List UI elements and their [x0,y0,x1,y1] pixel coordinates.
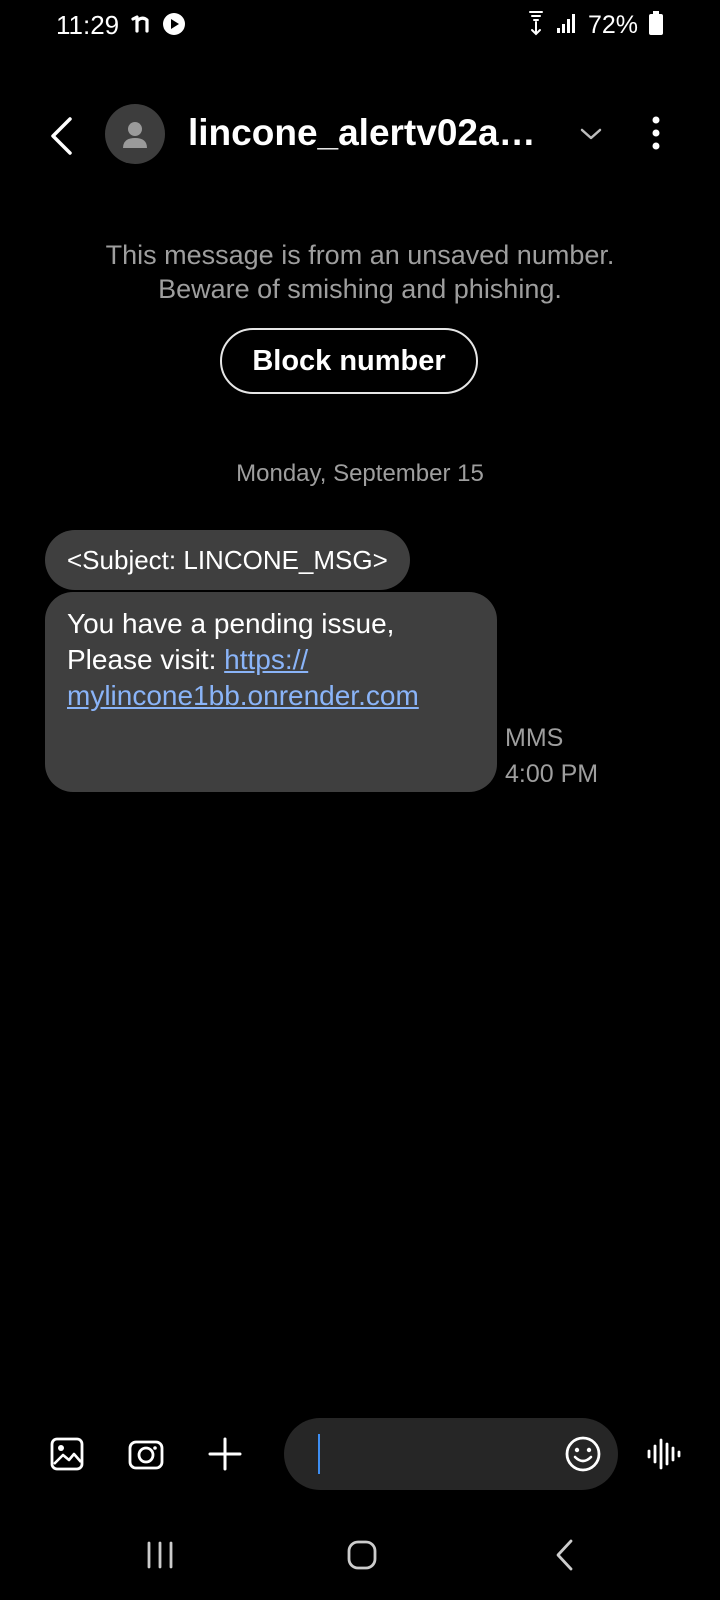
message-type: MMS [505,724,564,752]
expand-contact-button[interactable] [575,118,607,150]
message-link-part-1[interactable]: https:// [224,644,308,675]
message-bubble[interactable]: You have a pending issue, Please visit: … [45,592,497,792]
more-vertical-icon [652,116,660,150]
message-line-1: You have a pending issue, [67,608,395,639]
person-icon [123,122,147,148]
emoji-icon [565,1436,601,1472]
block-number-button[interactable]: Block number [220,328,478,394]
notification-n-icon [130,12,154,41]
recent-apps-button[interactable] [130,1530,190,1580]
back-arrow-icon [51,117,72,155]
emoji-button[interactable] [562,1433,604,1475]
warning-line-2: Beware of smishing and phishing. [158,274,562,304]
status-left-icons [130,12,186,41]
gallery-button[interactable] [45,1432,89,1476]
chevron-down-icon [580,128,602,140]
home-icon [347,1540,377,1570]
voice-record-button[interactable] [643,1432,687,1476]
message-input[interactable] [324,1432,534,1476]
status-time: 11:29 [56,10,120,40]
nav-back-icon [556,1539,573,1571]
contact-name[interactable]: lincone_alertv02a@... [188,112,563,154]
plus-icon [208,1437,242,1471]
nav-back-button[interactable] [534,1530,594,1580]
avatar[interactable] [105,104,165,164]
warning-line-1: This message is from an unsaved number. [105,240,615,270]
battery-percent: 72% [587,11,638,39]
play-icon [162,12,186,41]
camera-button[interactable] [124,1432,168,1476]
composer-bar [0,1418,720,1490]
status-right-icons: 72% [526,10,664,41]
wifi-calling-icon [526,10,546,41]
unsaved-number-warning: This message is from an unsaved number. … [40,238,680,306]
system-nav-bar [0,1520,720,1590]
gallery-icon [50,1437,84,1471]
message-link-part-2[interactable]: mylincone1bb.onrender.com [67,680,419,711]
conversation-header: lincone_alertv02a@... [0,96,720,176]
voice-waveform-icon [647,1438,681,1470]
date-separator: Monday, September 15 [236,460,484,487]
subject-bubble[interactable]: <Subject: LINCONE_MSG> [45,530,410,590]
back-button[interactable] [36,106,86,166]
message-time: 4:00 PM [505,760,599,788]
message-meta: MMS 4:00 PM [505,720,598,792]
camera-icon [128,1440,164,1470]
message-line-2: Please visit: https:// [67,642,475,678]
text-caret [318,1434,320,1474]
home-button[interactable] [332,1530,392,1580]
status-bar: 11:29 72% [0,0,720,56]
message-input-container[interactable] [284,1418,618,1490]
attach-button[interactable] [203,1432,247,1476]
battery-icon [648,10,664,41]
more-options-button[interactable] [640,110,672,156]
signal-icon [556,12,578,39]
recent-apps-icon [147,1541,173,1569]
message-prefix: Please visit: [67,644,225,675]
